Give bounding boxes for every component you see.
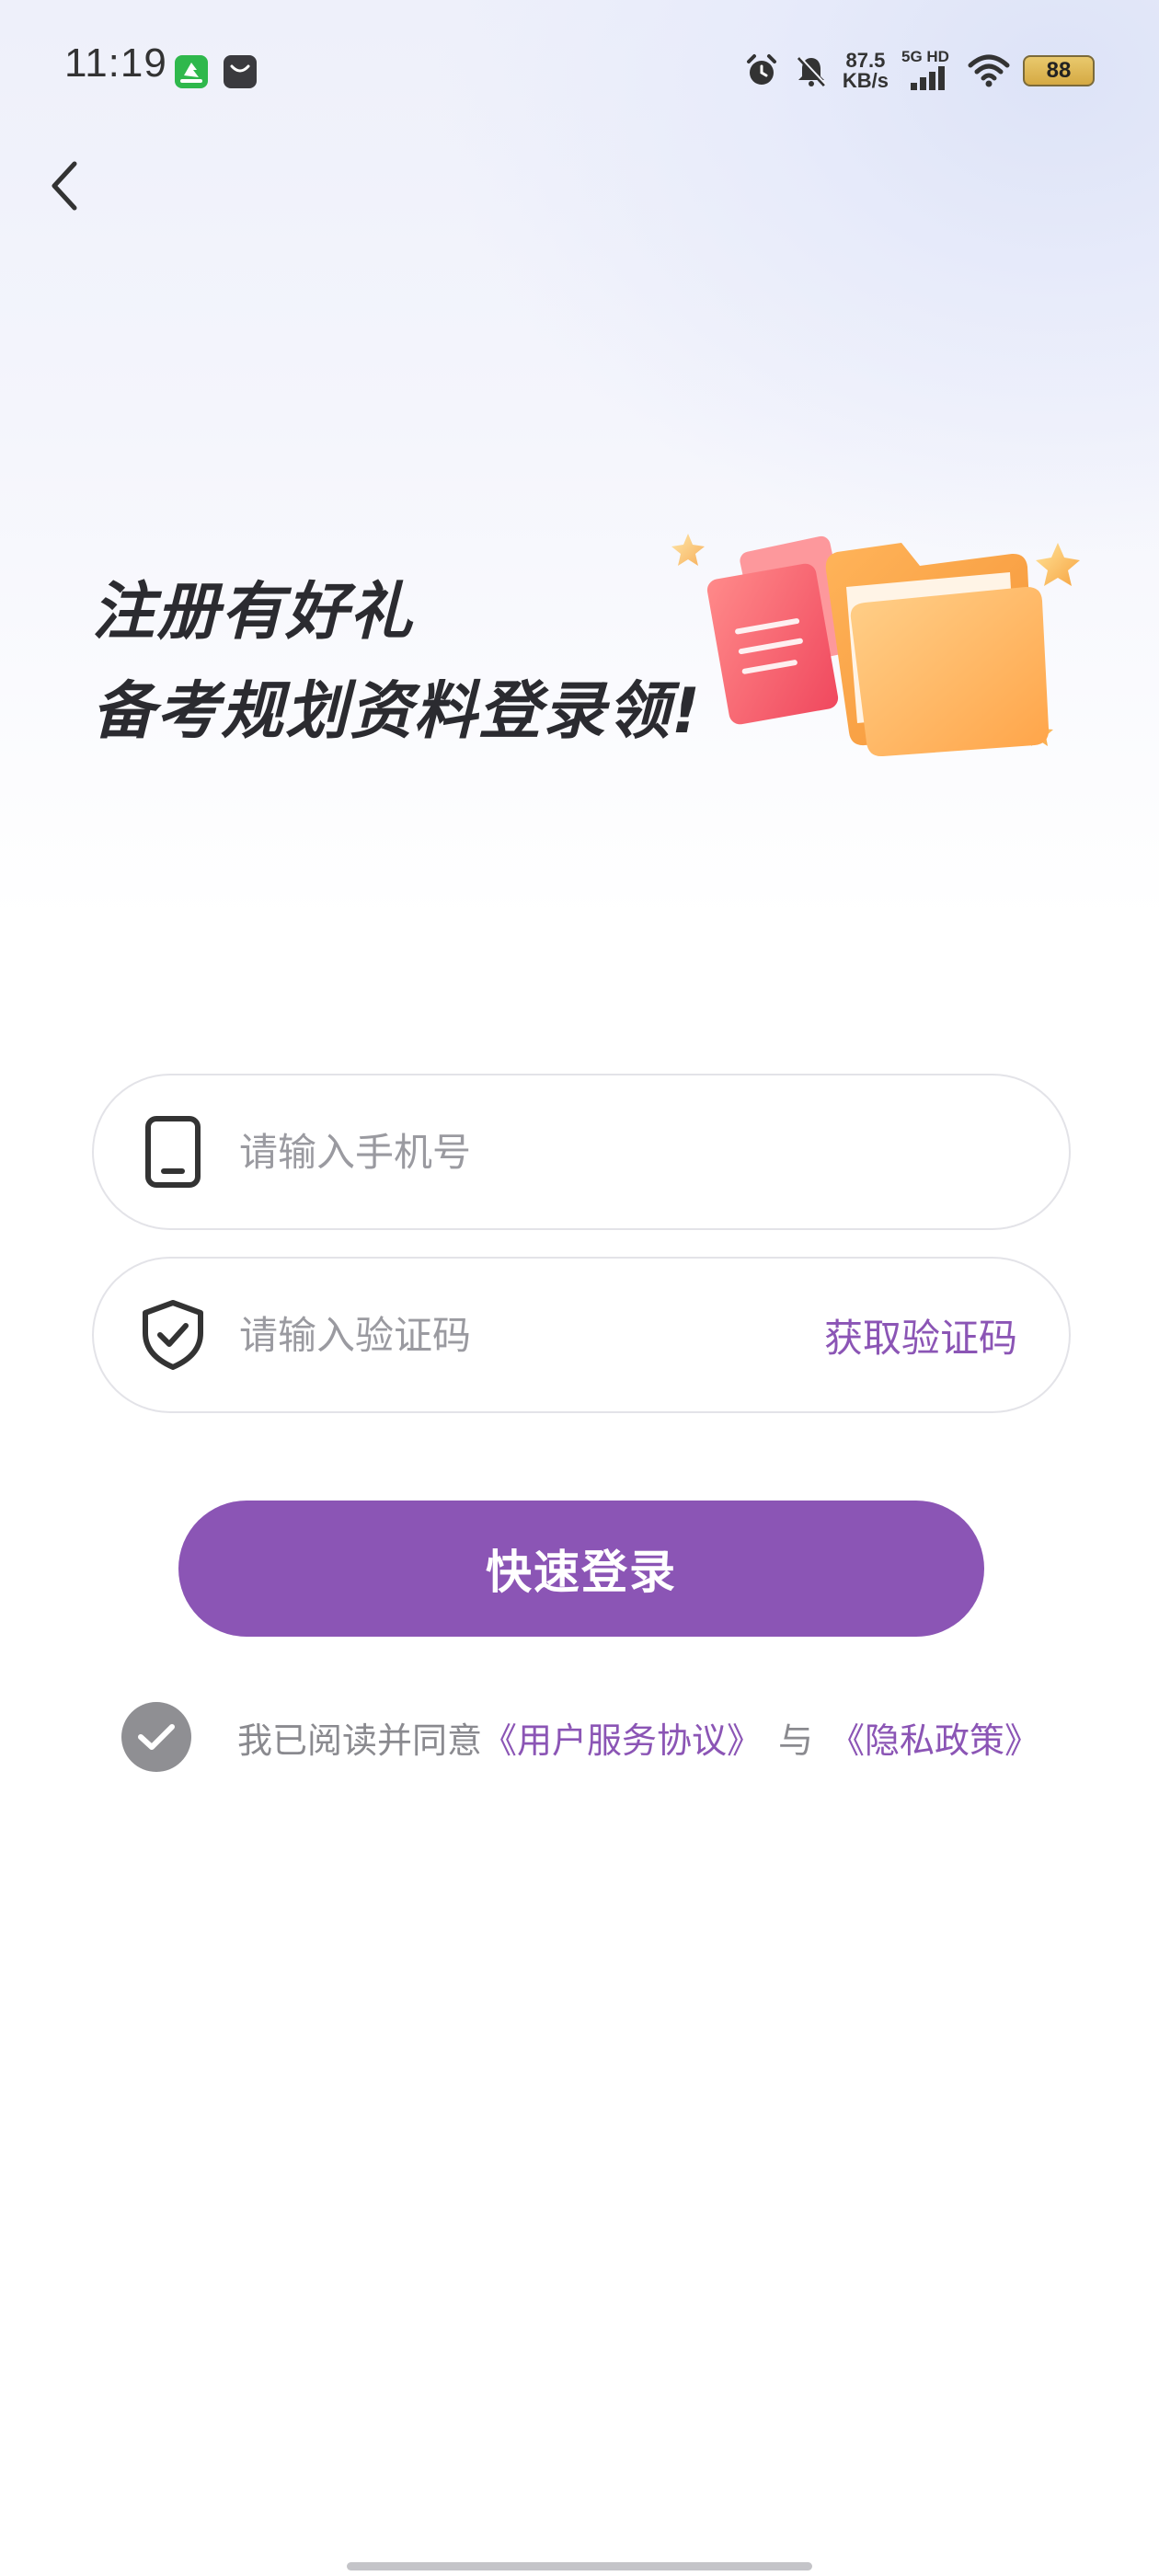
- battery-indicator: 88: [1023, 55, 1095, 86]
- privacy-link[interactable]: 《隐私政策》: [830, 1712, 1039, 1763]
- terms-link[interactable]: 《用户服务协议》: [482, 1712, 762, 1763]
- header-background: [0, 0, 1159, 920]
- alarm-icon: [746, 54, 776, 85]
- agreement-checkbox[interactable]: [121, 1702, 191, 1772]
- signal-bars-icon: [911, 66, 945, 90]
- net-speed-unit: KB/s: [842, 69, 889, 92]
- cellular-signal: 5G HD: [901, 48, 955, 92]
- bell-muted-icon: [797, 56, 827, 87]
- net-speed-value: 87.5: [845, 49, 886, 72]
- agreement-row: 我已阅读并同意 《用户服务协议》 与 《隐私政策》: [121, 1702, 1039, 1772]
- wifi-icon: [968, 54, 1010, 87]
- app-notification-icon: [175, 55, 208, 88]
- status-indicators: 87.5 KB/s 5G HD 88: [743, 48, 1095, 94]
- status-bar: 11:19 87.5 KB/s 5G HD 88: [0, 0, 1159, 138]
- code-input-row: 获取验证码: [92, 1257, 1071, 1413]
- verification-code-input[interactable]: [237, 1297, 824, 1373]
- agreement-prefix: 我已阅读并同意: [237, 1719, 483, 1761]
- quick-login-button[interactable]: 快速登录: [178, 1501, 984, 1637]
- promo-line-2: 备考规划资料登录领!: [92, 675, 703, 748]
- folder-illustration: [671, 534, 1080, 757]
- promo-title: 注册有好礼 备考规划资料登录领!: [92, 563, 702, 762]
- status-time: 11:19: [64, 40, 167, 86]
- phone-input-row: [92, 1074, 1071, 1230]
- net-speed: 87.5 KB/s: [843, 51, 889, 91]
- back-button[interactable]: [37, 156, 92, 215]
- promo-line-1: 注册有好礼: [92, 576, 415, 649]
- agreement-conjunction: 与: [778, 1719, 814, 1761]
- shield-check-icon: [136, 1298, 210, 1372]
- phone-icon: [136, 1115, 210, 1189]
- chevron-left-icon: [52, 161, 77, 211]
- checkmark-icon: [138, 1724, 175, 1750]
- phone-number-input[interactable]: [237, 1114, 1069, 1190]
- get-code-button[interactable]: 获取验证码: [824, 1307, 1017, 1363]
- home-indicator[interactable]: [347, 2562, 812, 2570]
- message-notification-icon: [224, 55, 257, 88]
